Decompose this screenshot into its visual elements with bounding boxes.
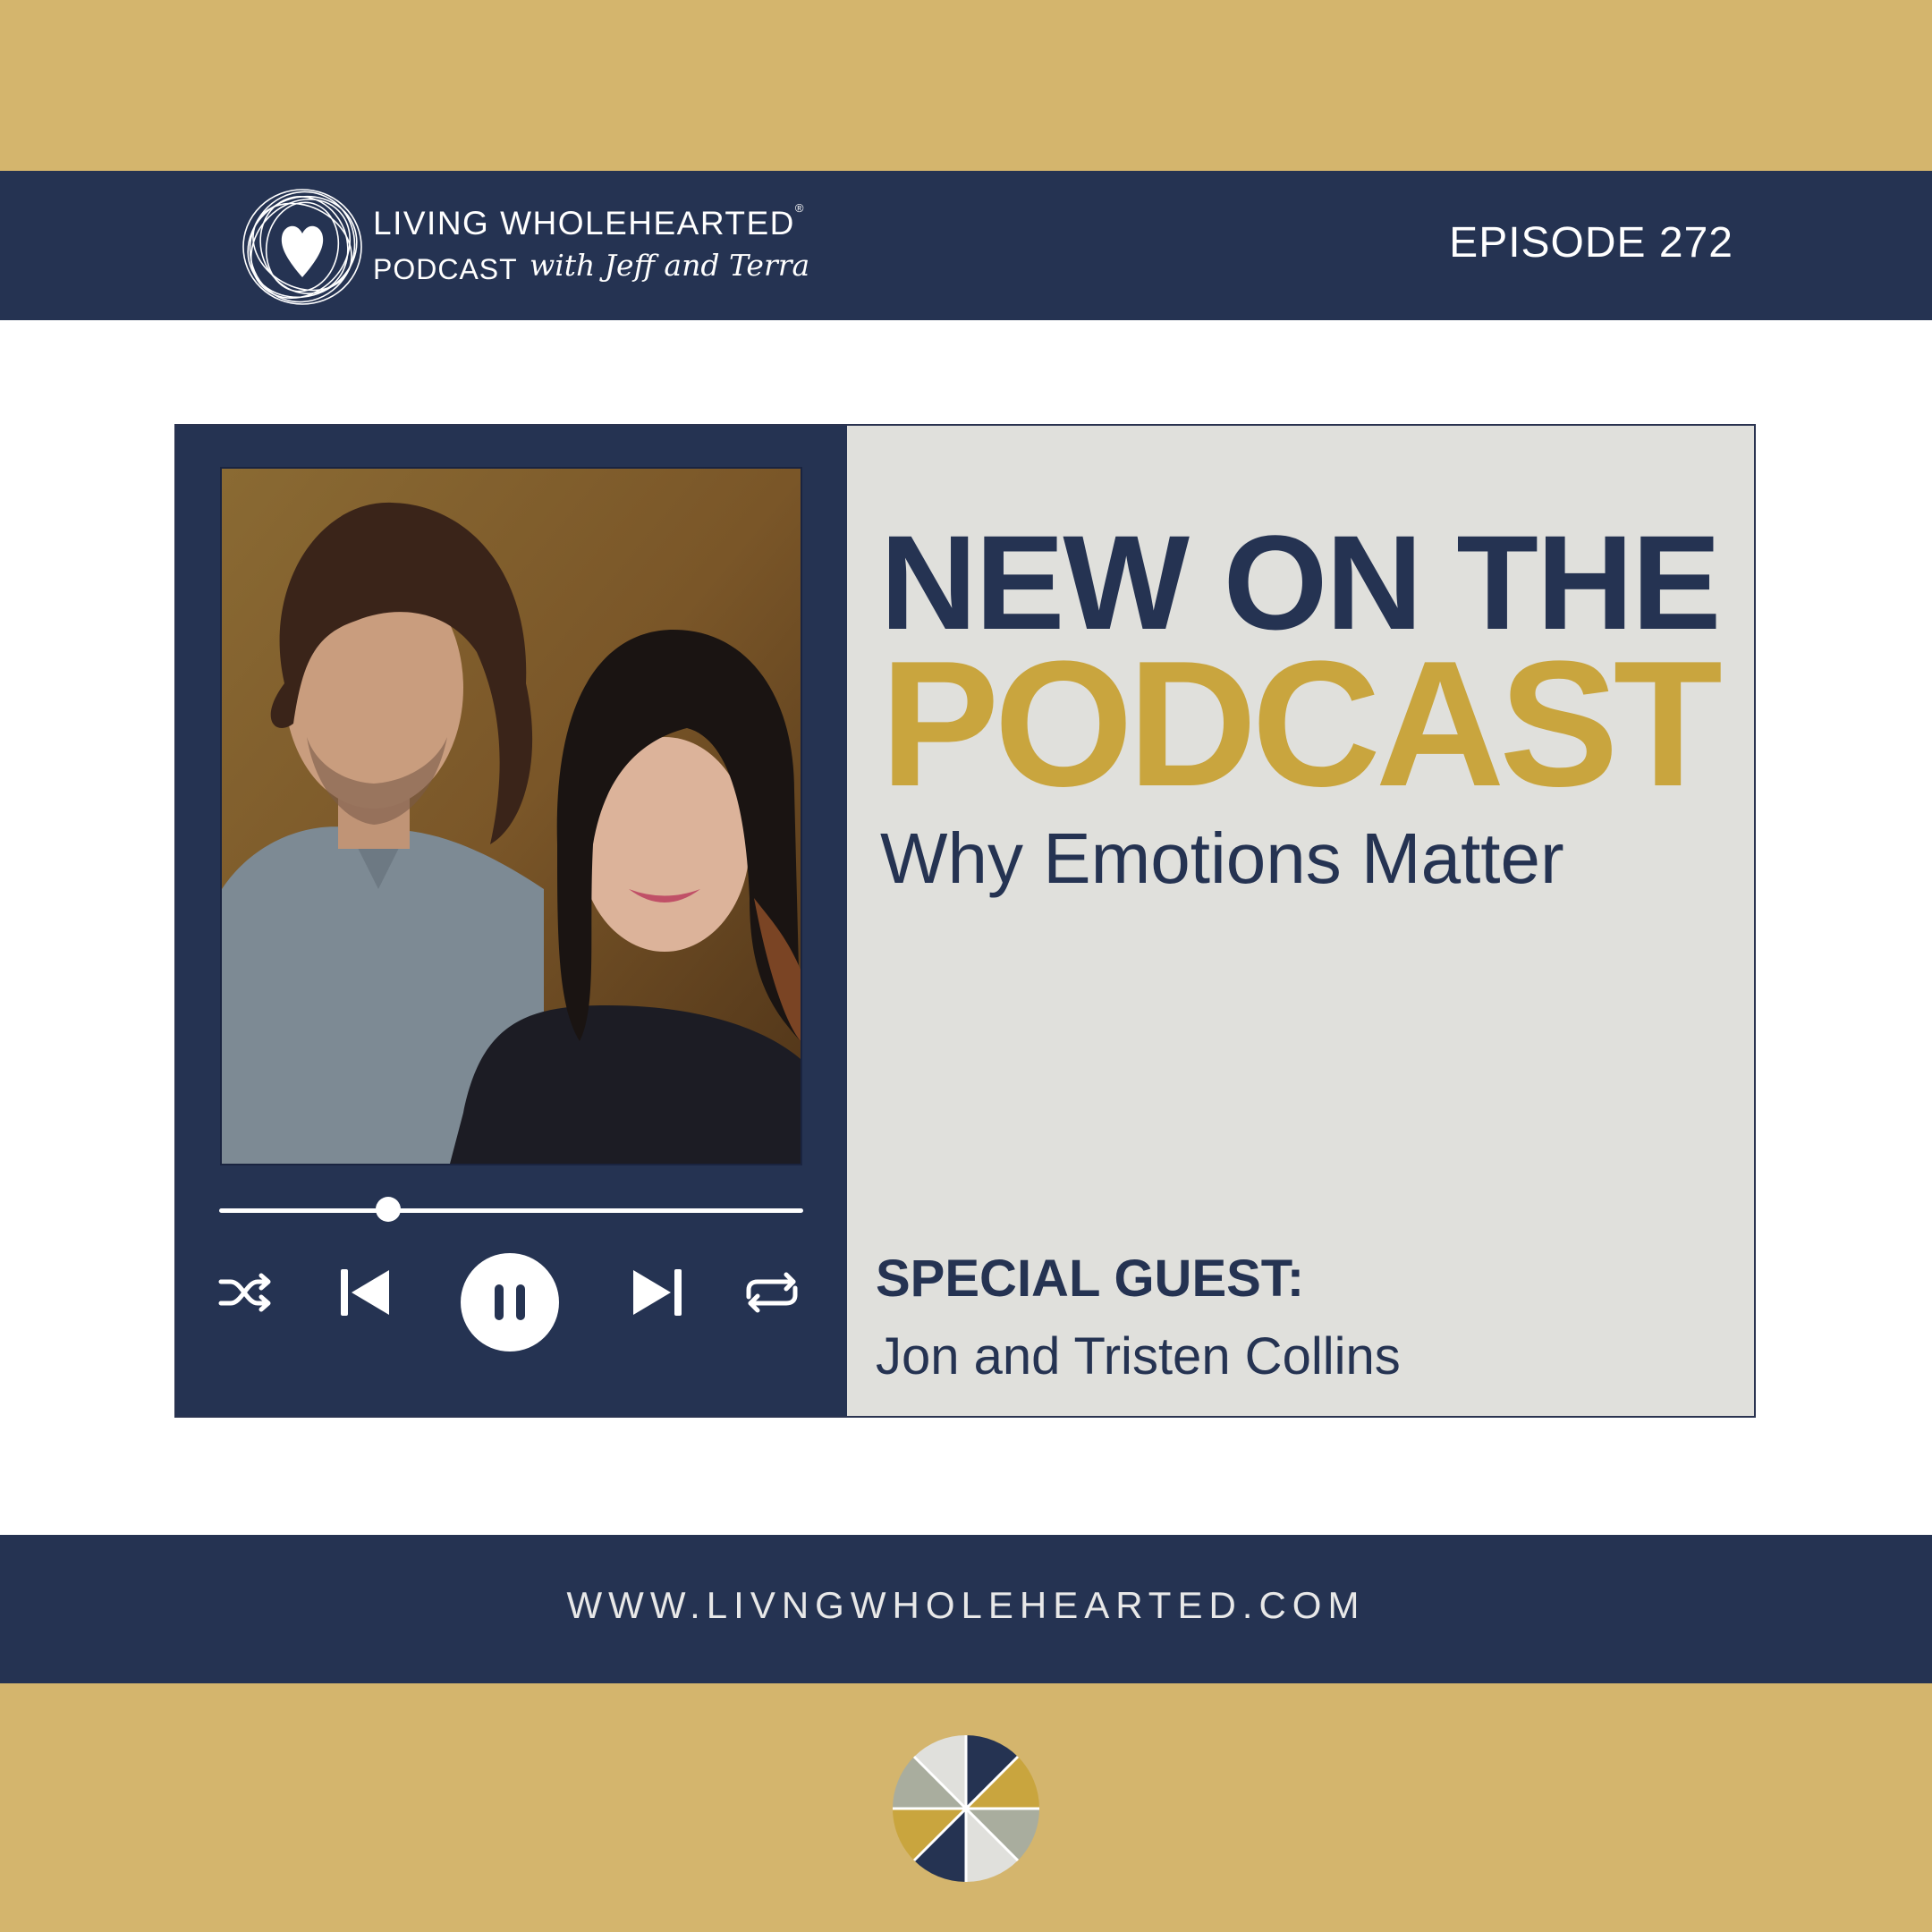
- bottom-gold-band: [0, 1683, 1932, 1932]
- registered-mark: ®: [794, 201, 804, 215]
- guest-photo: [220, 467, 802, 1165]
- pause-icon: [495, 1284, 525, 1320]
- episode-number: EPISODE 272: [1449, 219, 1733, 267]
- top-gold-band: [0, 0, 1932, 171]
- progress-track[interactable]: [219, 1208, 803, 1213]
- shuffle-button[interactable]: [216, 1263, 275, 1322]
- website-link[interactable]: WWW.LIVNGWHOLEHEARTED.COM: [0, 1584, 1932, 1627]
- brand-name: LIVING WHOLEHEARTED®: [373, 201, 804, 242]
- episode-card: NEW ON THE PODCAST Why Emotions Matter S…: [174, 424, 1756, 1418]
- media-player-panel: [176, 426, 847, 1416]
- shuffle-icon: [218, 1273, 271, 1312]
- guest-name: Jon and Tristen Collins: [876, 1327, 1401, 1385]
- next-button[interactable]: [628, 1263, 687, 1322]
- pause-button[interactable]: [461, 1253, 559, 1352]
- brand-hosts: with Jeff and Terra: [530, 248, 810, 283]
- guest-photo-illustration: [222, 469, 801, 1164]
- headline-podcast: PODCAST: [880, 624, 1723, 824]
- footer-bar: WWW.LIVNGWHOLEHEARTED.COM: [0, 1535, 1932, 1683]
- pinwheel-logo-icon: [893, 1735, 1039, 1882]
- repeat-button[interactable]: [740, 1263, 804, 1322]
- header-bar: LIVING WHOLEHEARTED® PODCAST with Jeff a…: [0, 171, 1932, 320]
- previous-button[interactable]: [335, 1263, 394, 1322]
- special-guest-label: SPECIAL GUEST:: [876, 1250, 1305, 1308]
- heart-logo-icon: [242, 189, 362, 305]
- repeat-icon: [746, 1272, 798, 1313]
- episode-title: Why Emotions Matter: [880, 818, 1564, 898]
- progress-knob[interactable]: [376, 1197, 402, 1222]
- previous-icon: [341, 1269, 389, 1316]
- brand-subtitle: PODCAST: [373, 253, 518, 285]
- next-icon: [633, 1269, 682, 1316]
